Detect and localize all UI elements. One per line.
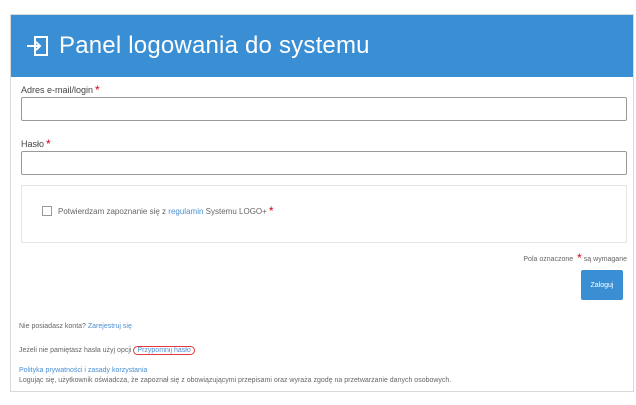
consent-checkbox[interactable]: [42, 206, 52, 216]
password-field[interactable]: [21, 151, 627, 175]
page-title: Panel logowania do systemu: [59, 32, 370, 59]
regulamin-link[interactable]: regulamin: [168, 207, 203, 216]
panel-header: Panel logowania do systemu: [11, 15, 633, 77]
register-row: Nie posiadasz konta? Zarejestruj się: [19, 323, 132, 330]
required-fields-note: Pola oznaczone * są wymagane: [523, 251, 627, 265]
consent-container: Potwierdzam zapoznanie się z regulamin S…: [21, 185, 627, 243]
login-icon: [23, 31, 53, 61]
password-label: Hasło *: [21, 137, 51, 151]
email-field[interactable]: [21, 97, 627, 121]
register-link[interactable]: Zarejestruj się: [88, 323, 132, 330]
required-mark: *: [95, 83, 100, 97]
email-label: Adres e-mail/login *: [21, 83, 100, 97]
privacy-text: Logując się, użytkownik oświadcza, że za…: [19, 377, 452, 384]
forgot-password-row: Jeżeli nie pamiętasz hasła użyj opcji Pr…: [19, 346, 195, 355]
forgot-password-link[interactable]: Przypomnij hasło: [133, 346, 195, 355]
privacy-link[interactable]: Polityka prywatności i zasady korzystani…: [19, 367, 147, 374]
login-button[interactable]: Zaloguj: [581, 270, 623, 300]
privacy-title: Polityka prywatności i zasady korzystani…: [19, 367, 147, 374]
required-mark: *: [46, 137, 51, 151]
login-panel: Panel logowania do systemu Adres e-mail/…: [10, 14, 634, 392]
required-mark: *: [268, 204, 274, 218]
consent-row: Potwierdzam zapoznanie się z regulamin S…: [42, 204, 273, 218]
